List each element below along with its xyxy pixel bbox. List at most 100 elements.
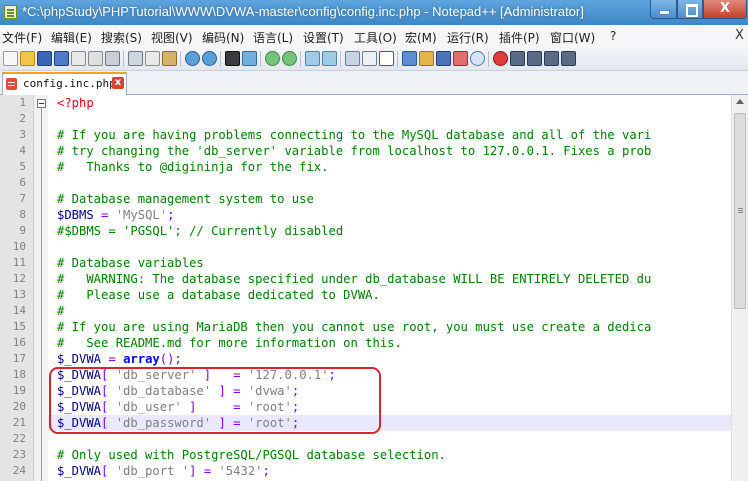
code-line[interactable]: # WARNING: The database specified under … — [57, 271, 651, 287]
line-number: 13 — [12, 288, 26, 301]
tab-config-inc-php[interactable]: config.inc.php x — [2, 72, 127, 95]
minimize-button[interactable] — [650, 0, 677, 19]
run-macro-multiple-icon[interactable] — [544, 51, 559, 66]
sync-horizontal-icon[interactable] — [322, 51, 337, 66]
notepadpp-app-icon[interactable] — [4, 5, 17, 19]
menu-edit[interactable]: 编辑(E) — [51, 29, 92, 46]
code-line[interactable]: <?php — [57, 95, 94, 111]
show-all-chars-icon[interactable] — [362, 51, 377, 66]
fold-guide-line — [41, 108, 42, 481]
find-icon[interactable] — [225, 51, 240, 66]
menu-encoding[interactable]: 编码(N) — [202, 29, 244, 46]
save-macro-icon[interactable] — [561, 51, 576, 66]
menu-plugins[interactable]: 插件(P) — [499, 29, 540, 46]
code-line[interactable]: $_DVWA = array(); — [57, 351, 182, 367]
monitor-icon[interactable] — [453, 51, 468, 66]
save-icon[interactable] — [37, 51, 52, 66]
scrollbar-thumb[interactable] — [734, 113, 746, 309]
zoom-in-icon[interactable] — [265, 51, 280, 66]
menu-search[interactable]: 搜索(S) — [101, 29, 142, 46]
copy-icon[interactable] — [145, 51, 160, 66]
menu-run[interactable]: 运行(R) — [447, 29, 489, 46]
line-number: 23 — [12, 448, 26, 461]
word-wrap-icon[interactable] — [345, 51, 360, 66]
tab-close-icon[interactable]: x — [112, 77, 124, 89]
line-number: 14 — [12, 304, 26, 317]
code-line[interactable]: $_DVWA[ 'db_port '] = '5432'; — [57, 463, 270, 479]
folder-workspace-icon[interactable] — [436, 51, 451, 66]
line-number: 16 — [12, 336, 26, 349]
code-line[interactable]: # If you are using MariaDB then you cann… — [57, 319, 651, 335]
code-token: # Database variables — [57, 256, 204, 270]
open-file-icon[interactable] — [20, 51, 35, 66]
code-line[interactable]: # See README.md for more information on … — [57, 335, 402, 351]
code-line[interactable]: # — [57, 303, 64, 319]
code-token: # If you are using MariaDB then you cann… — [57, 320, 652, 334]
code-token: #$DBMS = 'PGSQL'; // Currently disabled — [57, 224, 344, 238]
cut-icon[interactable] — [128, 51, 143, 66]
menu-language[interactable]: 语言(L) — [253, 29, 293, 46]
menu-help[interactable]: ? — [610, 29, 616, 43]
grip-icon — [738, 208, 743, 209]
editor-area[interactable]: <?php # If you are having problems connec… — [0, 95, 748, 481]
stop-record-icon[interactable] — [510, 51, 525, 66]
code-line[interactable]: # Thanks to @digininja for the fix. — [57, 159, 329, 175]
code-line[interactable]: # Only used with PostgreSQL/PGSQL databa… — [57, 447, 446, 463]
eye-icon[interactable] — [470, 51, 485, 66]
menu-bar: 文件(F) 编辑(E) 搜索(S) 视图(V) 编码(N) 语言(L) 设置(T… — [0, 25, 748, 47]
code-token: # WARNING: The database specified under … — [57, 272, 652, 286]
code-line[interactable]: # Database management system to use — [57, 191, 314, 207]
redo-icon[interactable] — [202, 51, 217, 66]
indent-guide-icon[interactable] — [379, 51, 394, 66]
close-all-icon[interactable] — [88, 51, 103, 66]
tab-bar: config.inc.php x — [0, 71, 748, 95]
code-line[interactable]: # try changing the 'db_server' variable … — [57, 143, 651, 159]
save-all-icon[interactable] — [54, 51, 69, 66]
close-document-button[interactable]: X — [735, 28, 744, 43]
vertical-scrollbar[interactable] — [731, 95, 748, 481]
doc-map-icon[interactable] — [402, 51, 417, 66]
print-icon[interactable] — [105, 51, 120, 66]
menu-view[interactable]: 视图(V) — [151, 29, 193, 46]
code-token: # Database management system to use — [57, 192, 314, 206]
menu-macro[interactable]: 宏(M) — [405, 29, 437, 46]
new-file-icon[interactable] — [3, 51, 18, 66]
record-macro-icon[interactable] — [493, 51, 508, 66]
menu-file[interactable]: 文件(F) — [2, 29, 42, 46]
play-macro-icon[interactable] — [527, 51, 542, 66]
code-line[interactable]: # Please use a database dedicated to DVW… — [57, 287, 380, 303]
menu-window[interactable]: 窗口(W) — [550, 29, 595, 46]
code-line[interactable]: # If you are having problems connecting … — [57, 127, 651, 143]
toolbar — [0, 47, 748, 71]
code-token: # See README.md for more information on … — [57, 336, 402, 350]
close-window-button[interactable]: X — [703, 0, 747, 19]
zoom-out-icon[interactable] — [282, 51, 297, 66]
scroll-up-arrow-icon[interactable] — [736, 99, 744, 104]
line-number: 18 — [12, 368, 26, 381]
undo-icon[interactable] — [185, 51, 200, 66]
maximize-button[interactable] — [677, 0, 703, 19]
unsaved-file-icon — [6, 78, 17, 90]
close-file-icon[interactable] — [71, 51, 86, 66]
line-number: 6 — [19, 176, 26, 189]
code-token: <?php — [57, 96, 94, 110]
maximize-icon — [686, 4, 698, 17]
code-token: # try changing the 'db_server' variable … — [57, 144, 652, 158]
line-number: 2 — [19, 112, 26, 125]
paste-icon[interactable] — [162, 51, 177, 66]
code-line[interactable]: # Database variables — [57, 255, 204, 271]
code-token: 'MySQL' — [115, 208, 168, 222]
code-line[interactable]: #$DBMS = 'PGSQL'; // Currently disabled — [57, 223, 343, 239]
toolbar-separator — [300, 51, 301, 67]
sync-vertical-icon[interactable] — [305, 51, 320, 66]
fold-collapse-icon[interactable] — [37, 99, 46, 108]
title-bar[interactable]: *C:\phpStudy\PHPTutorial\WWW\DVWA-master… — [0, 0, 748, 25]
toolbar-separator — [260, 51, 261, 67]
menu-tools[interactable]: 工具(O) — [354, 29, 397, 46]
code-line[interactable]: $DBMS = 'MySQL'; — [57, 207, 174, 223]
function-list-icon[interactable] — [419, 51, 434, 66]
menu-settings[interactable]: 设置(T) — [303, 29, 344, 46]
code-token: $DBMS — [57, 208, 94, 222]
replace-icon[interactable] — [242, 51, 257, 66]
